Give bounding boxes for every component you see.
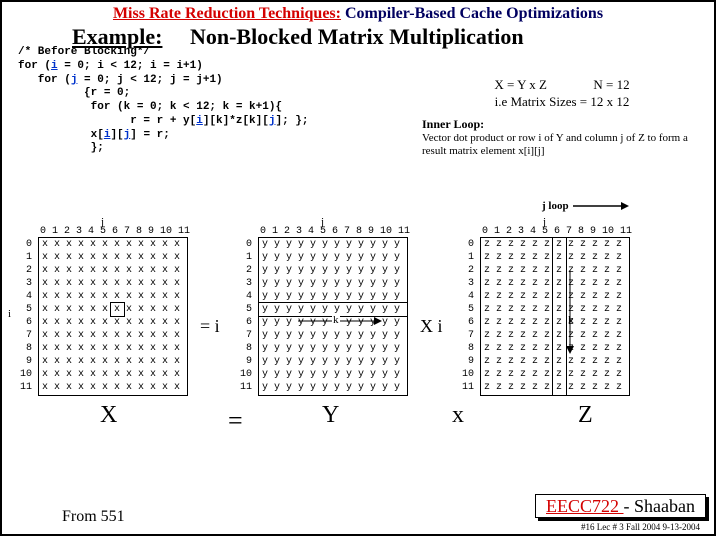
notes-inner-desc: Vector dot product or row i of Y and col… [422, 132, 702, 158]
k-label: k [568, 314, 574, 326]
from-551: From 551 [62, 508, 125, 526]
matrix-z-grid: z z z z z z z z z z z z z z z z z z z z … [484, 238, 622, 394]
notes-eq: X = Y x Z [494, 77, 547, 92]
op-eq: = i [200, 316, 220, 337]
label-eq: = [228, 406, 243, 436]
row-index: 0 1 2 3 4 5 6 7 8 9 10 11 [20, 238, 32, 394]
arrow-right-icon [571, 201, 631, 211]
col-header: 0 1 2 3 4 5 6 7 8 9 10 11 [260, 226, 410, 237]
label-Z: Z [578, 402, 593, 429]
code-block: /* Before Blocking*/ for (i = 0; i < 12;… [18, 46, 308, 156]
header-subtitle: Compiler-Based Cache Optimizations [345, 5, 603, 22]
footer-lecture: #16 Lec # 3 Fall 2004 9-13-2004 [581, 522, 700, 532]
notes-block: X = Y x Z N = 12 i.e Matrix Sizes = 12 x… [422, 77, 702, 158]
matrix-x-grid: x x x x x x x x x x x x x x x x x x x x … [42, 238, 180, 394]
op-mul: X i [420, 316, 443, 337]
label-Y: Y [322, 402, 339, 429]
code-l1: /* Before Blocking*/ [18, 46, 150, 58]
label-mul: x [452, 402, 464, 429]
row-index: 0 1 2 3 4 5 6 7 8 9 10 11 [462, 238, 474, 394]
header-techniques: Miss Rate Reduction Techniques: [113, 5, 341, 22]
matrices-area: j 0 1 2 3 4 5 6 7 8 9 10 11 0 1 2 3 4 5 … [16, 218, 706, 448]
col-header: 0 1 2 3 4 5 6 7 8 9 10 11 [40, 226, 190, 237]
notes-sizes: i.e Matrix Sizes = 12 x 12 [422, 94, 702, 110]
k-arrow-y [296, 317, 386, 336]
notes-inner-title: Inner Loop: [422, 117, 702, 132]
row-index: 0 1 2 3 4 5 6 7 8 9 10 11 [240, 238, 252, 394]
jloop-label: j loop [542, 200, 631, 212]
footer-course: EECC722 - Shaaban [535, 494, 706, 518]
notes-n12: N = 12 [593, 77, 629, 92]
slide-header: Miss Rate Reduction Techniques: Compiler… [2, 4, 714, 23]
col-header: 0 1 2 3 4 5 6 7 8 9 10 11 [482, 226, 632, 237]
i-label: i [8, 308, 11, 320]
k-label: k [332, 314, 340, 326]
label-X: X [100, 402, 117, 429]
